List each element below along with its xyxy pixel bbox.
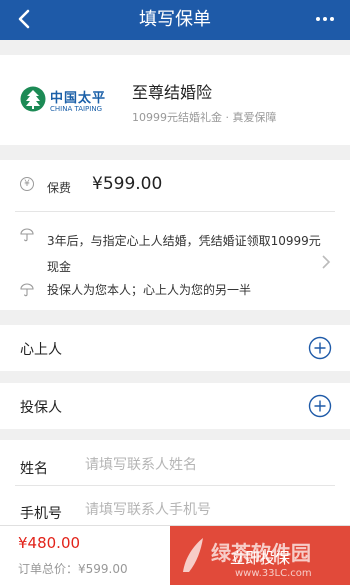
divider [15, 211, 335, 212]
name-input[interactable] [85, 453, 330, 477]
buy-now-label: 立即投保 [229, 548, 290, 567]
umbrella-icon [20, 283, 34, 297]
add-sweetheart-icon[interactable] [308, 336, 332, 360]
insurer-logo: 中国太平 CHINA TAIPING [20, 85, 125, 117]
logo-chinese-text: 中国太平 [50, 91, 107, 106]
premium-label: 保费 [47, 181, 72, 195]
phone-label: 手机号 [20, 506, 62, 522]
page-title: 填写保单 [139, 9, 211, 30]
benefit-description: 3年后，与指定心上人结婚，凭结婚证领取10999元现金 [47, 234, 321, 274]
contact-form: 姓名 手机号 [0, 440, 350, 530]
logo-english-text: CHINA TAIPING [50, 105, 102, 113]
product-subtitle: 10999元结婚礼金 · 真爱保障 [132, 111, 277, 124]
policy-info-card[interactable]: ¥ 保费 ¥599.00 3年后，与指定心上人结婚，凭结婚证领取10999元现金… [0, 160, 350, 310]
navigation-bar: 填写保单 [0, 0, 350, 40]
policyholder-description: 投保人为您本人；心上人为您的另一半 [47, 283, 252, 297]
yuan-icon: ¥ [20, 177, 34, 191]
product-name: 至尊结婚险 [132, 83, 213, 102]
chevron-right-icon[interactable] [320, 254, 332, 270]
premium-value: ¥599.00 [92, 174, 163, 194]
phone-input[interactable] [85, 498, 330, 522]
more-menu-button[interactable] [310, 4, 340, 34]
add-policyholder-icon[interactable] [308, 394, 332, 418]
name-label: 姓名 [20, 461, 48, 477]
current-price: ¥480.00 [18, 534, 81, 552]
more-dot-icon [316, 17, 320, 21]
policyholder-row[interactable]: 投保人 [0, 383, 350, 429]
umbrella-icon [20, 228, 34, 242]
more-dot-icon [323, 17, 327, 21]
checkout-bar: ¥480.00 订单总价：¥599.00 立即投保 [0, 525, 350, 585]
sweetheart-label: 心上人 [20, 342, 62, 358]
divider [15, 485, 335, 486]
tree-logo-icon [20, 86, 46, 112]
product-card: 中国太平 CHINA TAIPING 至尊结婚险 10999元结婚礼金 · 真爱… [0, 55, 350, 145]
more-dot-icon [330, 17, 334, 21]
sweetheart-row[interactable]: 心上人 [0, 325, 350, 371]
buy-now-button[interactable]: 立即投保 [170, 526, 350, 585]
original-price: 订单总价：¥599.00 [18, 562, 128, 576]
policyholder-label: 投保人 [20, 400, 62, 416]
